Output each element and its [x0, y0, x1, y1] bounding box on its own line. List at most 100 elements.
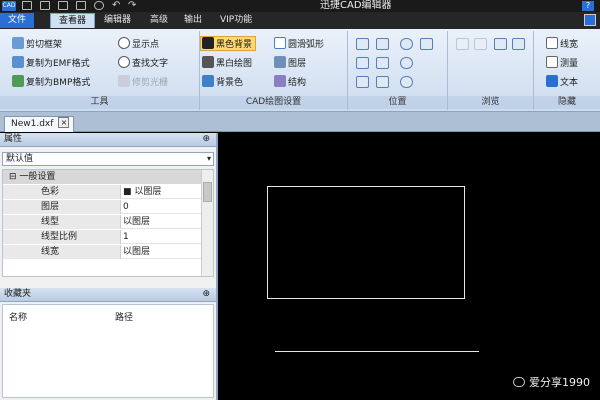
bw-drawing-icon	[202, 56, 214, 68]
trim-raster-icon	[118, 75, 130, 87]
left-panel: 属性 ⊕ 默认值 ▾ ⊟ 一般设置 色彩 ■ 以图层 图层 0 线型 以图层 线型比例…	[0, 133, 218, 400]
menu-output[interactable]: 输出	[176, 13, 210, 28]
ribbon: 剪切框架 复制为EMF格式 复制为BMP格式 显示点 查找文字 修剪光栅 工具 …	[0, 29, 600, 112]
drawing-canvas[interactable]: 爱分享1990	[220, 133, 600, 400]
zoom-all-icon[interactable]	[376, 57, 389, 69]
clip-frame-button[interactable]: 剪切框架	[12, 37, 62, 52]
property-row[interactable]: 图层 0	[3, 200, 201, 214]
property-row[interactable]: 线型 以图层	[3, 215, 201, 229]
settings-icon[interactable]	[94, 1, 104, 10]
black-background-icon	[202, 37, 214, 49]
position-caption: 位置	[348, 96, 447, 109]
trim-raster-button[interactable]: 修剪光栅	[118, 75, 168, 90]
hide-caption: 隐藏	[534, 96, 600, 109]
property-row[interactable]: 线型比例 1	[3, 230, 201, 244]
menu-bar: 文件 查看器 编辑器 高级 输出 VIP功能	[0, 12, 600, 29]
refresh-icon[interactable]	[494, 38, 507, 50]
show-points-icon	[118, 37, 130, 49]
undo-icon[interactable]: ↶	[112, 1, 122, 11]
app-logo-icon[interactable]: CAD	[2, 1, 16, 11]
category-label: ⊟ 一般设置	[3, 170, 201, 184]
menu-file[interactable]: 文件	[0, 13, 35, 28]
browse-group: 浏览	[448, 31, 534, 110]
collapse-icon[interactable]: ⊟	[9, 172, 17, 182]
drawn-line	[275, 351, 479, 352]
bw-drawing-button[interactable]: 黑白绘图	[202, 56, 252, 71]
layers-button[interactable]: 图层	[274, 56, 306, 71]
pin-icon[interactable]: ⊕	[202, 133, 210, 146]
help-icon[interactable]: ?	[582, 1, 594, 11]
property-row[interactable]: 色彩 ■ 以图层	[3, 185, 201, 199]
smooth-arc-icon	[274, 37, 286, 49]
drawn-rectangle	[267, 186, 465, 299]
three-d-icon[interactable]	[376, 76, 389, 88]
new-file-icon[interactable]	[22, 1, 32, 10]
menu-vip[interactable]: VIP功能	[212, 13, 260, 28]
save-icon[interactable]	[58, 1, 68, 10]
forward-icon[interactable]	[474, 38, 487, 50]
category-row[interactable]: ⊟ 一般设置	[3, 170, 201, 184]
zoom-out-icon[interactable]	[400, 57, 413, 69]
copy-emf-button[interactable]: 复制为EMF格式	[12, 56, 90, 71]
pan-icon[interactable]	[420, 38, 433, 50]
zoom-window-icon[interactable]	[356, 38, 369, 50]
watermark: 爱分享1990	[513, 374, 590, 390]
find-text-icon	[118, 56, 130, 68]
find-text-button[interactable]: 查找文字	[118, 56, 168, 71]
tools-group-caption: 工具	[0, 96, 199, 109]
properties-title: 属性	[4, 134, 23, 144]
hide-group: 线宽 测量 文本 隐藏	[534, 31, 600, 110]
dropdown-value: 默认值	[6, 154, 34, 164]
measure-icon	[546, 56, 558, 68]
scrollbar-thumb[interactable]	[203, 182, 212, 202]
black-background-button[interactable]: 黑色背景	[200, 36, 257, 51]
orbit-icon[interactable]	[400, 76, 413, 88]
show-points-button[interactable]: 显示点	[118, 37, 159, 52]
copy-emf-icon	[12, 56, 24, 68]
rotate-icon[interactable]	[356, 76, 369, 88]
clip-frame-icon	[12, 37, 24, 49]
copy-bmp-icon	[12, 75, 24, 87]
properties-dropdown[interactable]: 默认值 ▾	[2, 152, 214, 166]
cad-settings-group: 黑色背景 黑白绘图 背景色 圆滑弧形 图层 结构 CAD绘图设置	[200, 31, 348, 110]
favorites-path-column[interactable]: 路径	[115, 310, 133, 323]
browse-caption: 浏览	[448, 96, 533, 109]
position-group: 位置	[348, 31, 448, 110]
menu-advanced[interactable]: 高级	[142, 13, 176, 28]
title-bar: CAD ↶ ↷ 迅捷CAD编辑器 ?	[0, 0, 600, 12]
background-color-button[interactable]: 背景色	[202, 75, 243, 90]
fit-icon[interactable]	[356, 57, 369, 69]
property-scrollbar[interactable]	[201, 170, 213, 276]
layers-icon	[274, 56, 286, 68]
redo-icon[interactable]: ↷	[128, 1, 138, 11]
close-tab-icon[interactable]: ×	[58, 117, 70, 128]
property-grid: ⊟ 一般设置 色彩 ■ 以图层 图层 0 线型 以图层 线型比例 1 线宽 以图层	[2, 169, 214, 277]
background-color-icon	[202, 75, 214, 87]
measure-button[interactable]: 测量	[546, 56, 578, 71]
smooth-arc-button[interactable]: 圆滑弧形	[274, 37, 324, 52]
copy-bmp-button[interactable]: 复制为BMP格式	[12, 75, 90, 90]
cad-settings-caption: CAD绘图设置	[200, 96, 347, 109]
favorites-header: 收藏夹 ⊕	[0, 288, 216, 302]
chevron-down-icon: ▾	[206, 154, 211, 163]
window-title: 迅捷CAD编辑器	[320, 0, 392, 11]
text-button[interactable]: 文本	[546, 75, 578, 90]
print-icon[interactable]	[76, 1, 86, 10]
tools-group: 剪切框架 复制为EMF格式 复制为BMP格式 显示点 查找文字 修剪光栅 工具	[0, 31, 200, 110]
back-icon[interactable]	[456, 38, 469, 50]
menu-viewer[interactable]: 查看器	[50, 13, 96, 28]
open-file-icon[interactable]	[40, 1, 50, 10]
ribbon-toggle-icon[interactable]	[584, 14, 596, 26]
zoom-extents-icon[interactable]	[376, 38, 389, 50]
line-width-button[interactable]: 线宽	[546, 37, 578, 52]
zoom-in-icon[interactable]	[400, 38, 413, 50]
favorites-name-column[interactable]: 名称	[9, 310, 27, 323]
stop-icon[interactable]	[512, 38, 525, 50]
document-tab[interactable]: New1.dxf ×	[4, 116, 75, 132]
property-row[interactable]: 线宽 以图层	[3, 245, 201, 259]
menu-editor[interactable]: 编辑器	[96, 13, 139, 28]
pin-icon[interactable]: ⊕	[202, 288, 210, 301]
favorites-title: 收藏夹	[4, 289, 32, 299]
structure-button[interactable]: 结构	[274, 75, 306, 90]
favorites-list: 名称 路径	[2, 304, 214, 398]
